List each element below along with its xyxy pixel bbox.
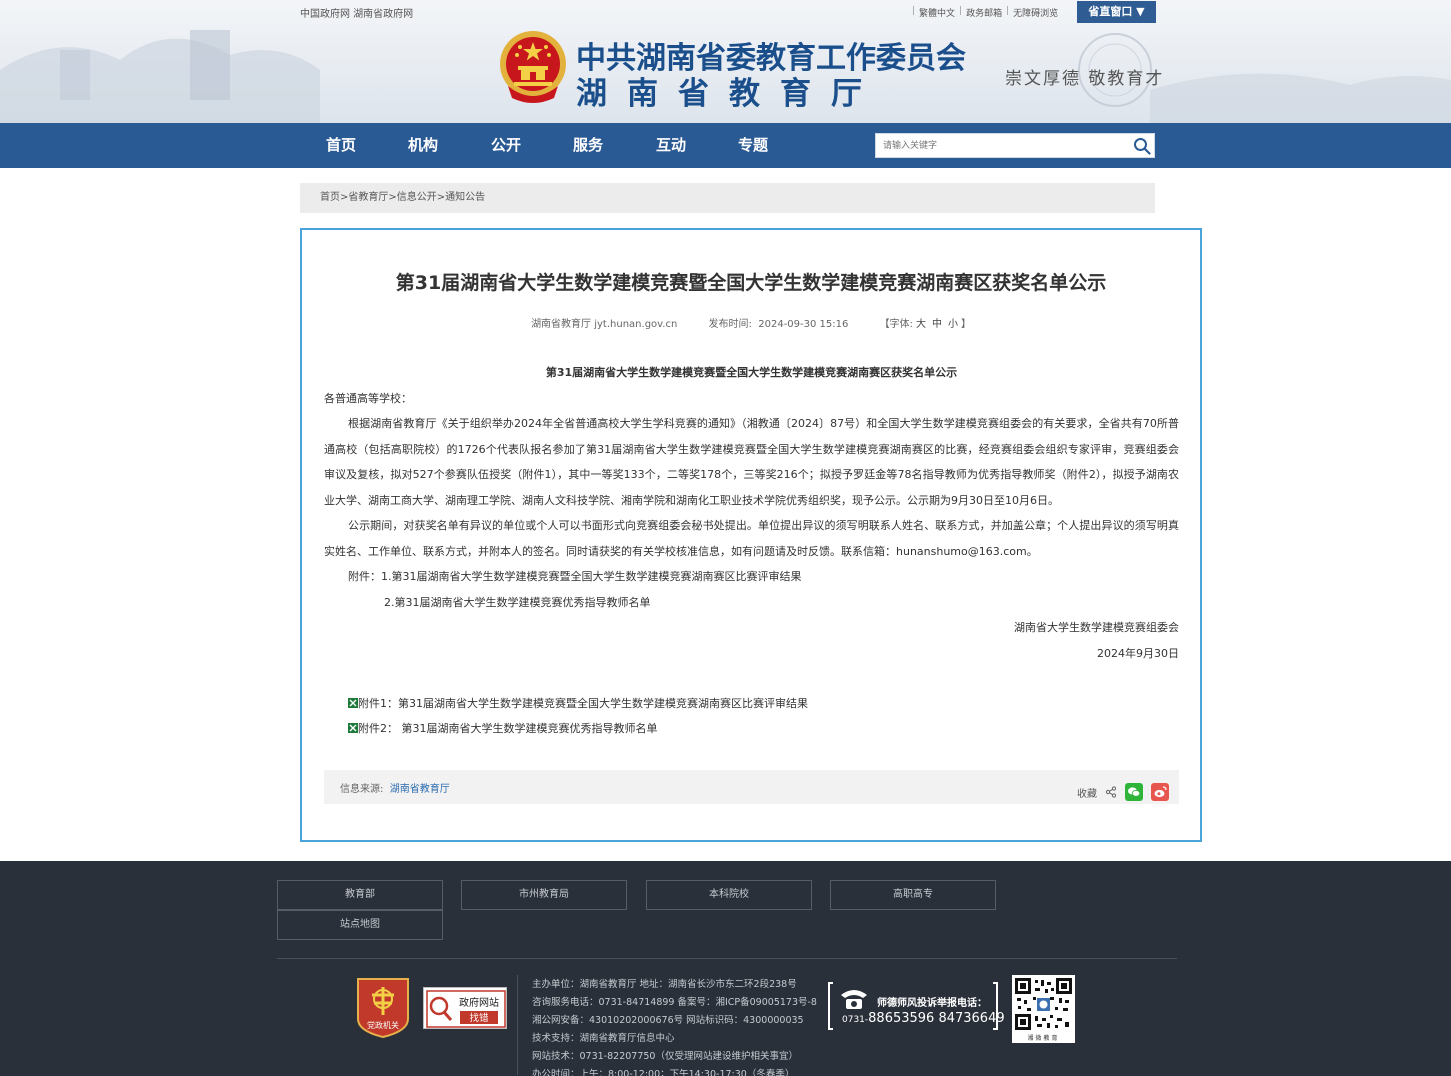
attachment-link-1[interactable]: 附件1：第31届湖南省大学生数学建模竞赛暨全国大学生数学建模竞赛湖南赛区比赛评审… — [348, 695, 808, 711]
footer-link-moe[interactable]: 教育部 — [277, 880, 443, 910]
breadcrumb[interactable]: 首页>省教育厅>信息公开>通知公告 — [300, 183, 1155, 213]
gov-mail-link[interactable]: 政务邮箱 — [966, 6, 1002, 19]
qr-code-icon — [1015, 978, 1072, 1030]
site-header: 中国政府网 湖南省政府网 | 繁體中文 | 政务邮箱 | 无障碍浏览 省直窗口 … — [0, 0, 1451, 123]
wechat-qr-code: 湘微教育 — [1012, 975, 1075, 1043]
font-size-small[interactable]: 小 — [948, 319, 958, 330]
hotline-number-values: 88653596 84736649 — [868, 1011, 1005, 1026]
wechat-share-icon[interactable] — [1125, 783, 1143, 801]
article-meta: 湖南省教育厅 jyt.hunan.gov.cn 发布时间: 2024-09-30… — [302, 315, 1200, 330]
hotline-numbers: 0731-88653596 84736649 — [842, 1011, 1005, 1026]
qr-caption: 湘微教育 — [1027, 1035, 1060, 1042]
separator: | — [1006, 6, 1010, 16]
main-nav: 首页 机构 公开 服务 互动 专题 — [0, 123, 1451, 168]
footer-link-vocational[interactable]: 高职高专 — [830, 880, 996, 910]
accessibility-link[interactable]: 无障碍浏览 — [1013, 6, 1058, 19]
footer-link-undergrad[interactable]: 本科院校 — [646, 880, 812, 910]
party-gov-badge-icon[interactable]: 党政机关 — [354, 975, 412, 1039]
attachment-list-line2: 2.第31届湖南省大学生数学建模竞赛优秀指导教师名单 — [384, 595, 651, 609]
attachment-link-2[interactable]: 附件2： 第31届湖南省大学生数学建模竞赛优秀指导教师名单 — [348, 720, 658, 736]
info-source-link[interactable]: 湖南省教育厅 — [390, 784, 450, 795]
font-size-switcher: 【字体: 大中小】 — [880, 319, 971, 330]
nav-home[interactable]: 首页 — [326, 123, 356, 168]
paragraph-1: 根据湖南省教育厅《关于组织举办2024年全省普通高校大学生学科竞赛的通知》（湘教… — [324, 417, 1179, 507]
traditional-chinese-link[interactable]: 繁體中文 — [919, 6, 955, 19]
weibo-share-icon[interactable] — [1151, 783, 1169, 801]
publish-time-value: 2024-09-30 15:16 — [758, 319, 849, 330]
footer-info-line: 咨询服务电话：0731-84714899 备案号：湘ICP备09005173号-… — [532, 997, 817, 1008]
footer-info-line: 技术支持：湖南省教育厅信息中心 — [532, 1033, 675, 1044]
excel-file-icon — [348, 723, 358, 733]
hotline-prefix: 0731- — [842, 1015, 869, 1025]
badge-text: 党政机关 — [367, 1020, 399, 1030]
search-icon[interactable] — [1133, 137, 1151, 155]
site-footer: 教育部 市州教育局 本科院校 高职高专 站点地图 党政机关 政府网站 找错 主办… — [0, 861, 1451, 1076]
nav-topics[interactable]: 专题 — [738, 123, 768, 168]
telephone-icon — [841, 990, 867, 1009]
footer-divider — [277, 958, 1177, 959]
motto: 崇文厚德 敬教育才 — [1005, 69, 1165, 89]
attachment-link-1-label[interactable]: 附件1：第31届湖南省大学生数学建模竞赛暨全国大学生数学建模竞赛湖南赛区比赛评审… — [358, 697, 808, 710]
article-container: 第31届湖南省大学生数学建模竞赛暨全国大学生数学建模竞赛湖南赛区获奖名单公示 湖… — [300, 228, 1202, 842]
search-box — [875, 133, 1155, 158]
signature-date: 2024年9月30日 — [1097, 646, 1179, 660]
attachment-link-2-label[interactable]: 附件2： 第31届湖南省大学生数学建模竞赛优秀指导教师名单 — [358, 722, 658, 735]
article-body: 第31届湖南省大学生数学建模竞赛暨全国大学生数学建模竞赛湖南赛区获奖名单公示 各… — [324, 360, 1179, 666]
publish-time-label: 发布时间: — [708, 319, 752, 330]
article-subtitle: 第31届湖南省大学生数学建模竞赛暨全国大学生数学建模竞赛湖南赛区获奖名单公示 — [545, 366, 958, 379]
article-title: 第31届湖南省大学生数学建模竞赛暨全国大学生数学建模竞赛湖南赛区获奖名单公示 — [395, 272, 1107, 294]
attachment-list-line1: 附件：1.第31届湖南省大学生数学建模竞赛暨全国大学生数学建模竞赛湖南赛区比赛评… — [348, 570, 802, 583]
top-links[interactable]: 中国政府网 湖南省政府网 — [300, 5, 413, 20]
separator: | — [912, 6, 916, 16]
footer-info: 主办单位：湖南省教育厅 地址：湖南省长沙市东二环2段238号 咨询服务电话：07… — [532, 976, 817, 1076]
article-footer-bar: 信息来源: 湖南省教育厅 收藏 — [324, 770, 1179, 804]
site-title-line2: 湖南省教育厅 — [576, 76, 882, 112]
article-source-site: 湖南省教育厅 jyt.hunan.gov.cn — [531, 319, 678, 330]
share-bar: 收藏 — [1077, 783, 1169, 801]
info-source: 信息来源: 湖南省教育厅 — [340, 780, 450, 795]
paragraph-2: 公示期间，对获奖名单有异议的单位或个人可以书面形式向竞赛组委会秘书处提出。单位提… — [324, 519, 1179, 558]
find-error-graphic: 政府网站 找错 — [426, 990, 506, 1028]
nav-service[interactable]: 服务 — [573, 123, 603, 168]
find-error-text-1: 政府网站 — [459, 996, 499, 1009]
font-size-label: 【字体: — [879, 319, 913, 330]
footer-link-sitemap[interactable]: 站点地图 — [277, 910, 443, 940]
top-right-links: | 繁體中文 | 政务邮箱 | 无障碍浏览 — [912, 6, 1058, 19]
share-icon[interactable] — [1105, 786, 1117, 798]
national-emblem-icon — [500, 31, 566, 103]
wechat-glyph-icon — [1128, 787, 1141, 797]
nav-public[interactable]: 公开 — [491, 123, 521, 168]
weibo-glyph-icon — [1154, 786, 1167, 798]
footer-info-line: 网站技术：0731-82207750（仅受理网站建设维护相关事宜） — [532, 1051, 798, 1062]
signature: 湖南省大学生数学建模竞赛组委会 — [1014, 621, 1179, 634]
footer-info-line: 办公时间：上午：8:00-12:00；下午14:30-17:30（冬春季） — [532, 1069, 795, 1076]
footer-info-line: 主办单位：湖南省教育厅 地址：湖南省长沙市东二环2段238号 — [532, 979, 797, 990]
nav-organization[interactable]: 机构 — [408, 123, 438, 168]
hotline-title: 师德师风投诉举报电话： — [877, 998, 987, 1009]
footer-vertical-divider — [517, 975, 518, 1075]
search-input[interactable] — [876, 134, 1126, 157]
nav-interaction[interactable]: 互动 — [656, 123, 686, 168]
excel-file-icon — [348, 698, 358, 708]
favorite-button[interactable]: 收藏 — [1077, 785, 1097, 800]
find-error-text-2: 找错 — [469, 1012, 489, 1024]
font-size-end: 】 — [960, 319, 971, 330]
find-error-button[interactable]: 政府网站 找错 — [423, 987, 507, 1029]
salutation: 各普通高等学校： — [324, 391, 412, 405]
separator: | — [959, 6, 963, 16]
publish-time: 发布时间: 2024-09-30 15:16 — [709, 319, 849, 330]
footer-info-line: 湘公网安备：43010202000676号 网站标识码：4300000035 — [532, 1015, 804, 1026]
font-size-large[interactable]: 大 — [916, 319, 926, 330]
info-source-label: 信息来源: — [340, 784, 384, 795]
footer-link-city-bureaus[interactable]: 市州教育局 — [461, 880, 627, 910]
province-window-button[interactable]: 省直窗口 ▼ — [1077, 1, 1156, 23]
font-size-medium[interactable]: 中 — [932, 319, 942, 330]
complaint-hotline: 师德师风投诉举报电话： 0731-88653596 84736649 — [827, 981, 1005, 1031]
